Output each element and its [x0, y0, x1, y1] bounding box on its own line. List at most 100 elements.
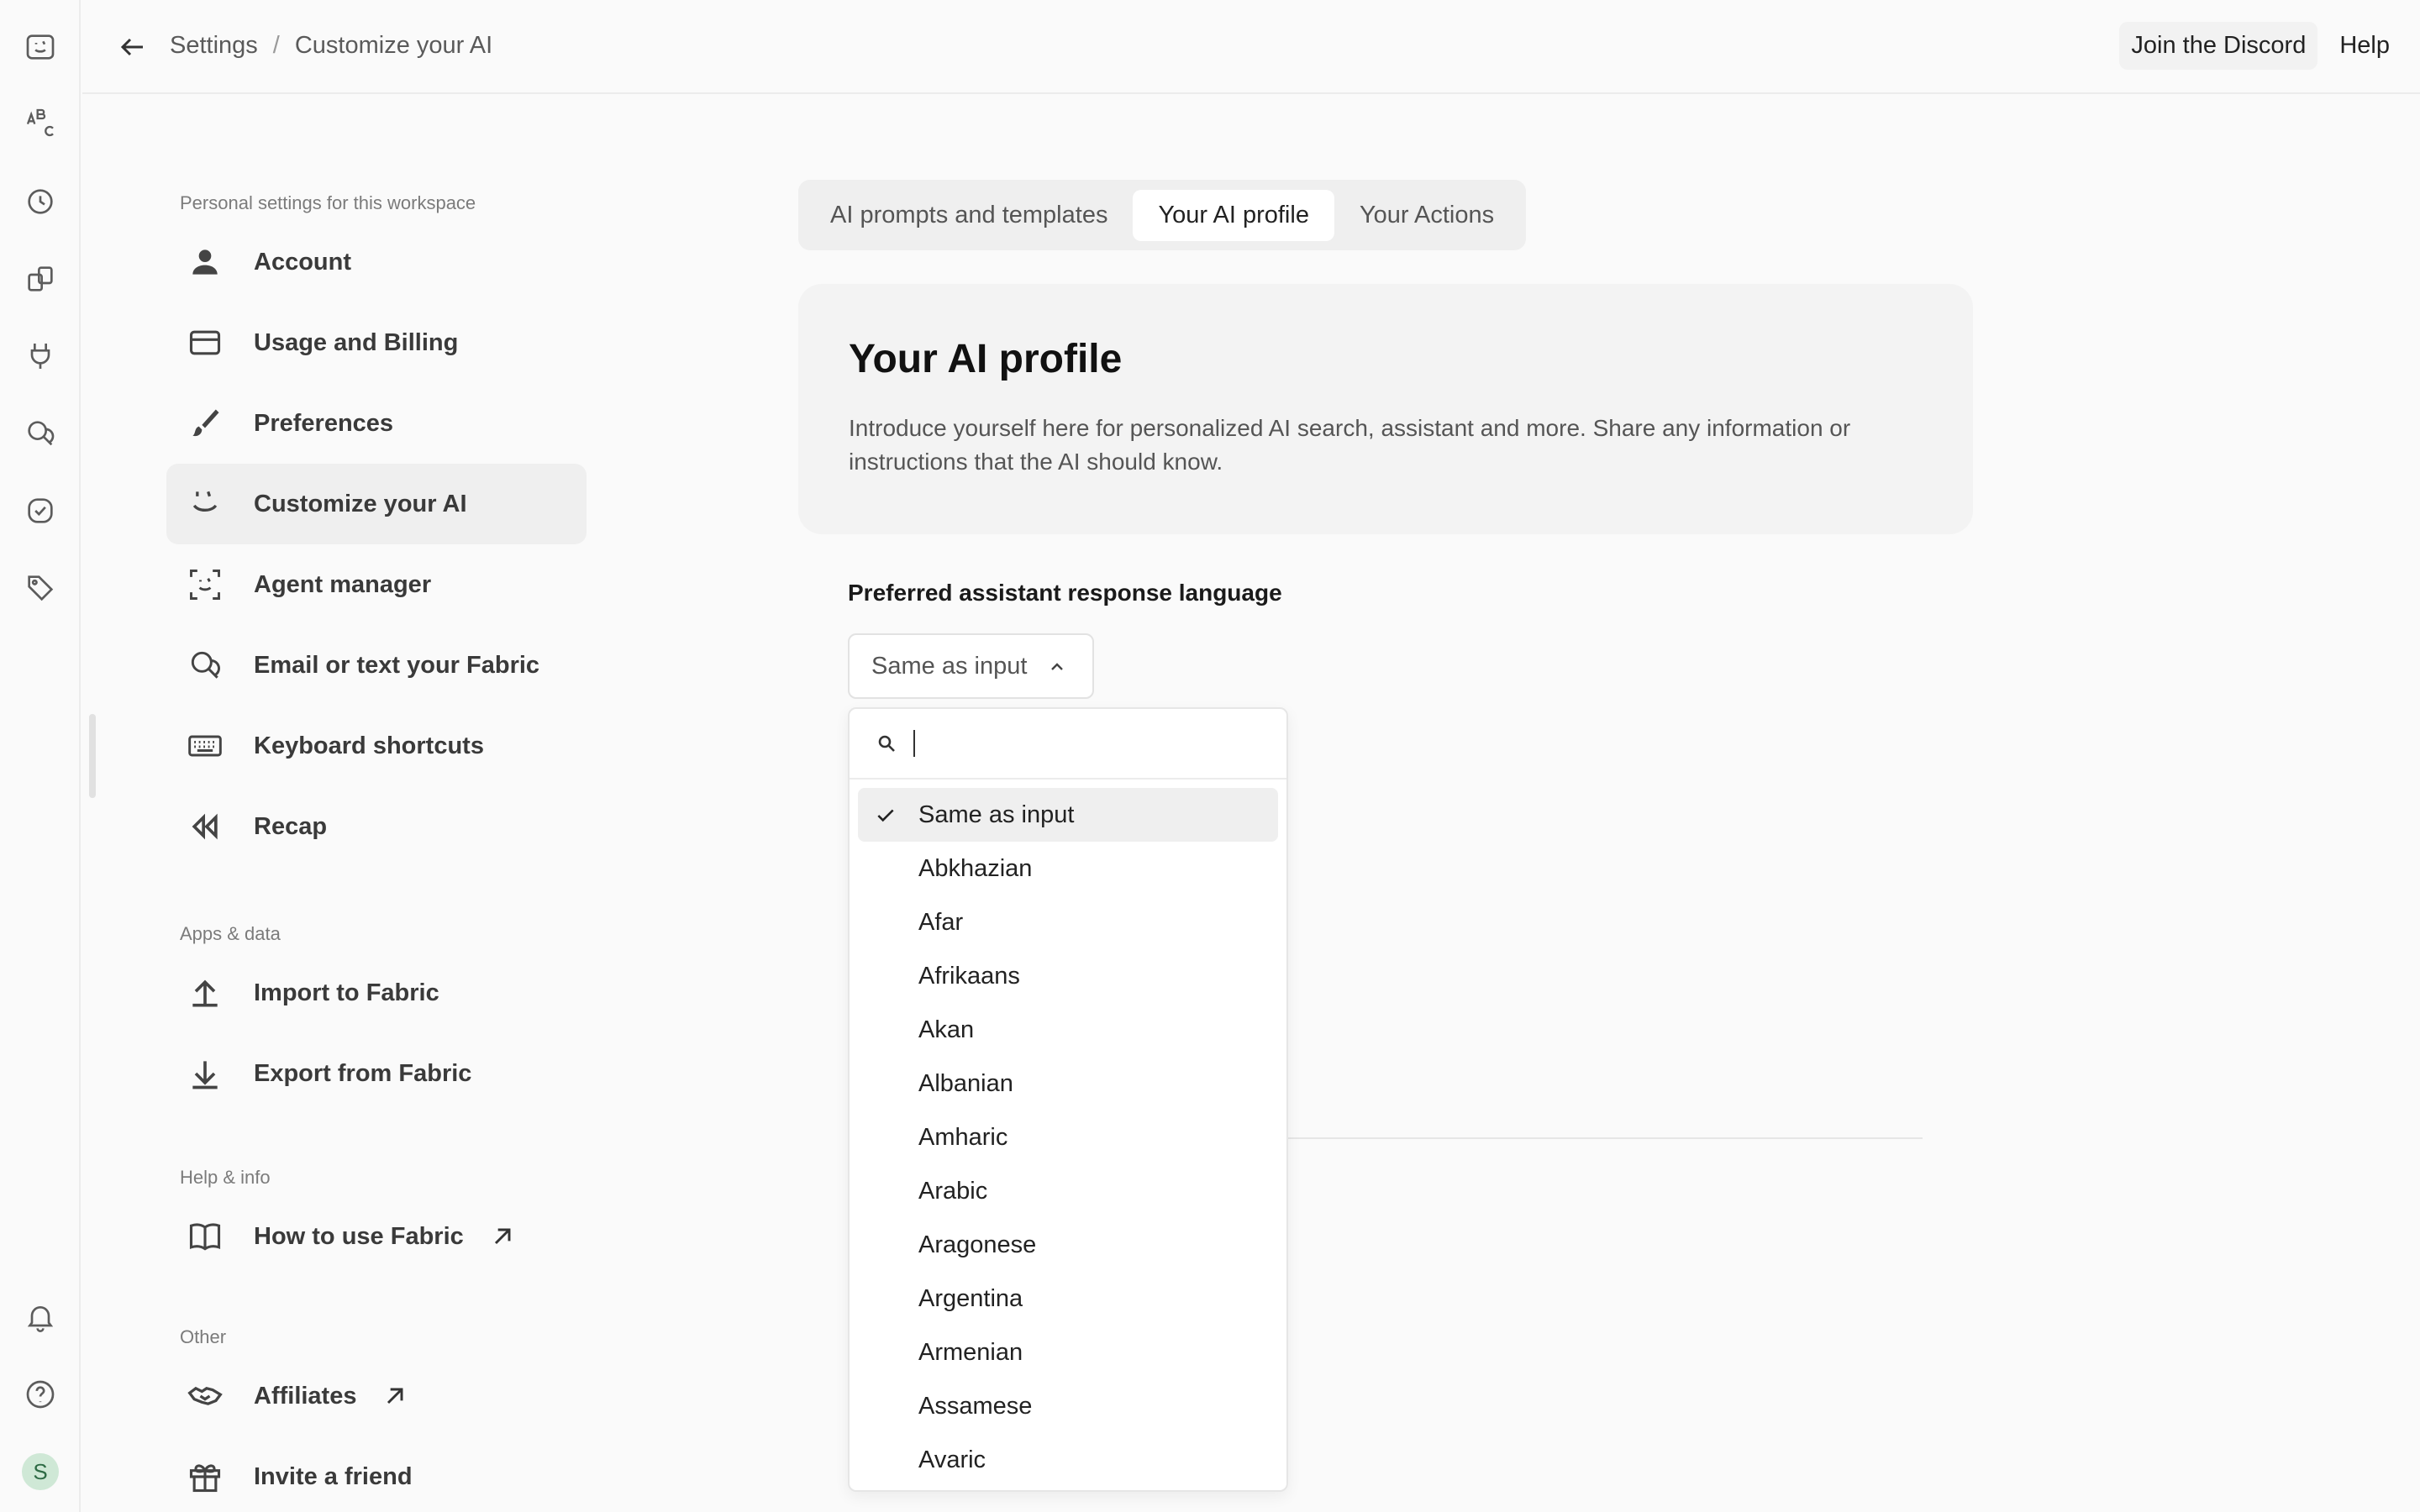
dropdown-search [850, 709, 1286, 780]
nav-item-preferences[interactable]: Preferences [166, 383, 587, 464]
external-link-icon [387, 1388, 403, 1404]
language-option[interactable]: Akan [858, 1003, 1278, 1057]
section-divider [1286, 1137, 1923, 1139]
language-label: Preferred assistant response language [848, 580, 1282, 606]
download-icon [183, 1052, 227, 1095]
language-options: Same as input Abkhazian Afar Afrikaans A… [850, 780, 1286, 1490]
tab-ai-profile[interactable]: Your AI profile [1133, 189, 1334, 241]
settings-tabs: AI prompts and templates Your AI profile… [798, 180, 1527, 250]
nav-item-export[interactable]: Export from Fabric [166, 1033, 587, 1114]
tab-ai-prompts[interactable]: AI prompts and templates [805, 190, 1133, 241]
history-icon[interactable] [20, 181, 60, 222]
language-option-label: Assamese [918, 1392, 1033, 1420]
search-icon [878, 735, 895, 752]
spaces-icon[interactable] [20, 259, 60, 299]
help-link[interactable]: Help [2328, 22, 2402, 70]
ai-profile-card: Your AI profile Introduce yourself here … [798, 284, 1973, 534]
nav-item-account[interactable]: Account [166, 222, 587, 302]
language-option-label: Afar [918, 908, 964, 936]
nav-item-affiliates[interactable]: Affiliates [166, 1356, 587, 1436]
nav-item-label: Usage and Billing [254, 328, 459, 356]
nav-section-apps-data: Apps & data [180, 923, 281, 944]
tag-icon[interactable] [20, 568, 60, 608]
language-option[interactable]: Albanian [858, 1057, 1278, 1110]
language-option[interactable]: Afar [858, 895, 1278, 949]
nav-section-personal: Personal settings for this workspace [180, 192, 476, 213]
nav-item-label: Preferences [254, 409, 394, 437]
person-icon [183, 240, 227, 284]
nav-item-email-text[interactable]: Email or text your Fabric [166, 625, 587, 706]
nav-item-keyboard-shortcuts[interactable]: Keyboard shortcuts [166, 706, 587, 786]
nav-item-label: Account [254, 248, 351, 276]
language-option[interactable]: Afrikaans [858, 949, 1278, 1003]
nav-section-other: Other [180, 1326, 227, 1347]
language-option[interactable]: Aragonese [858, 1218, 1278, 1272]
settings-nav: Personal settings for this workspace Acc… [166, 185, 587, 1512]
language-option-label: Armenian [918, 1338, 1023, 1366]
profile-description: Introduce yourself here for personalized… [849, 415, 1851, 475]
join-discord-link[interactable]: Join the Discord [2119, 22, 2318, 70]
language-option[interactable]: Abkhazian [858, 842, 1278, 895]
nav-item-label: Customize your AI [254, 490, 467, 517]
language-option[interactable]: Amharic [858, 1110, 1278, 1164]
chat-bubbles-icon [183, 643, 227, 687]
language-option[interactable]: Armenian [858, 1326, 1278, 1379]
nav-item-usage-billing[interactable]: Usage and Billing [166, 302, 587, 383]
nav-item-label: How to use Fabric [254, 1222, 464, 1250]
nav-scrollbar[interactable] [89, 714, 96, 798]
language-option-label: Arabic [918, 1177, 988, 1205]
language-option-label: Abkhazian [918, 854, 1033, 882]
app-rail: S [0, 0, 81, 1512]
language-option-label: Afrikaans [918, 962, 1020, 990]
language-option-label: Avaric [918, 1446, 986, 1473]
top-bar: Settings / Customize your AI Join the Di… [82, 0, 2420, 94]
language-option-label: Aragonese [918, 1231, 1037, 1258]
nav-item-import[interactable]: Import to Fabric [166, 953, 587, 1033]
plug-icon[interactable] [20, 336, 60, 376]
nav-item-label: Import to Fabric [254, 979, 439, 1006]
breadcrumb-separator: / [272, 32, 280, 59]
nav-item-invite-friend[interactable]: Invite a friend [166, 1436, 587, 1512]
book-icon [183, 1215, 227, 1258]
ai-face-icon [183, 482, 227, 526]
nav-section-help-info: Help & info [180, 1167, 271, 1188]
breadcrumb: Settings / Customize your AI [170, 32, 492, 60]
chat-icon[interactable] [20, 413, 60, 454]
nav-item-agent-manager[interactable]: Agent manager [166, 544, 587, 625]
language-dropdown: Same as input Abkhazian Afar Afrikaans A… [848, 707, 1288, 1492]
bell-icon[interactable] [20, 1297, 60, 1337]
credit-card-icon [183, 321, 227, 365]
check-icon [877, 809, 894, 822]
language-select[interactable]: Same as input [848, 633, 1094, 699]
nav-item-recap[interactable]: Recap [166, 786, 587, 867]
language-option[interactable]: Assamese [858, 1379, 1278, 1433]
external-link-icon [494, 1228, 511, 1245]
nav-item-customize-ai[interactable]: Customize your AI [166, 464, 587, 544]
language-option-label: Akan [918, 1016, 975, 1043]
spellcheck-icon[interactable] [20, 102, 60, 143]
back-arrow-icon[interactable] [111, 25, 155, 69]
nav-item-label: Export from Fabric [254, 1059, 472, 1087]
breadcrumb-settings[interactable]: Settings [170, 32, 258, 60]
nav-item-label: Email or text your Fabric [254, 651, 540, 679]
help-icon[interactable] [20, 1374, 60, 1415]
chevron-up-icon [1051, 663, 1063, 670]
keyboard-icon [183, 724, 227, 768]
language-option-label: Argentina [918, 1284, 1023, 1312]
agent-frame-icon [183, 563, 227, 606]
language-option[interactable]: Avaric [858, 1433, 1278, 1487]
language-option-label: Albanian [918, 1069, 1013, 1097]
language-option-label: Same as input [918, 801, 1075, 828]
upload-icon [183, 971, 227, 1015]
nav-item-label: Invite a friend [254, 1462, 413, 1490]
gift-icon [183, 1455, 227, 1499]
language-search-input[interactable] [913, 730, 1249, 757]
avatar[interactable]: S [22, 1453, 59, 1490]
check-circle-icon[interactable] [20, 491, 60, 531]
language-option[interactable]: Arabic [858, 1164, 1278, 1218]
nav-item-how-to-use[interactable]: How to use Fabric [166, 1196, 587, 1277]
language-option[interactable]: Same as input [858, 788, 1278, 842]
language-option[interactable]: Argentina [858, 1272, 1278, 1326]
fabric-face-icon[interactable] [20, 27, 60, 67]
tab-actions[interactable]: Your Actions [1334, 190, 1519, 241]
